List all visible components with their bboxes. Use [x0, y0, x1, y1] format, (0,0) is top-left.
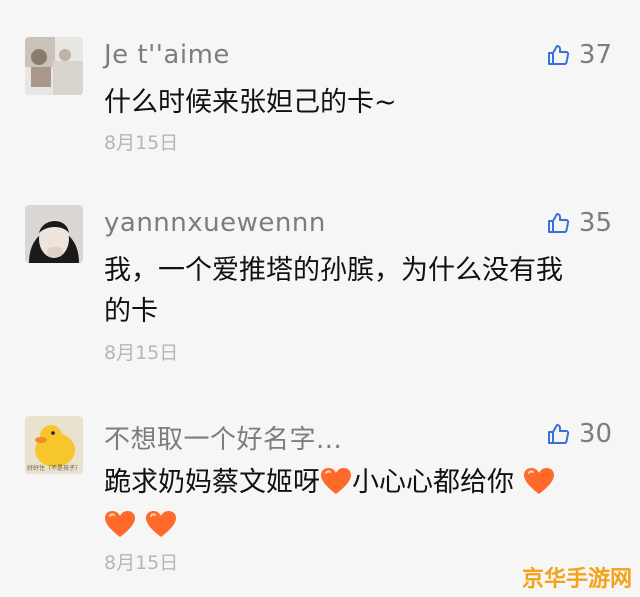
avatar[interactable]: 好好住（不是孩子） — [25, 416, 83, 474]
comment-date: 8月15日 — [104, 552, 179, 574]
avatar[interactable] — [25, 205, 83, 263]
watermark: 京华手游网 — [521, 567, 632, 592]
username[interactable]: 不想取一个好名字... — [104, 419, 342, 456]
like-button[interactable]: 30 — [547, 419, 612, 449]
thumbs-up-icon — [547, 424, 570, 444]
comment-text-line-1: 我，一个爱推塔的孙膑，为什么没有我 — [104, 255, 563, 286]
username[interactable]: Je t''aime — [104, 40, 230, 70]
comment-date: 8月15日 — [104, 132, 179, 154]
like-count: 35 — [578, 208, 612, 238]
like-count: 37 — [578, 40, 612, 70]
like-button[interactable]: 37 — [547, 40, 612, 70]
orange-heart-icon — [523, 468, 554, 494]
comment-text-part-2: 小心心都给你 — [352, 467, 514, 498]
comment-date: 8月15日 — [104, 342, 179, 364]
comment-text-line-2: 的卡 — [104, 296, 158, 327]
like-button[interactable]: 35 — [547, 208, 612, 238]
thumbs-up-icon — [547, 45, 570, 65]
username[interactable]: yannnxuewennn — [104, 208, 326, 238]
comment-text-part-1: 跪求奶妈蔡文姬呀 — [104, 467, 320, 498]
orange-heart-icon — [145, 511, 176, 537]
comment-text: 跪求奶妈蔡文姬呀 小心心都给你 — [104, 462, 614, 546]
orange-heart-icon — [105, 511, 135, 537]
avatar[interactable] — [25, 37, 83, 95]
avatar-caption: 好好住（不是孩子） — [27, 465, 82, 472]
comment-text: 我，一个爱推塔的孙膑，为什么没有我 的卡 — [104, 250, 614, 332]
comment-text: 什么时候来张妲己的卡~ — [104, 87, 397, 118]
like-count: 30 — [578, 419, 612, 449]
orange-heart-icon — [321, 468, 351, 494]
thumbs-up-icon — [547, 213, 570, 233]
